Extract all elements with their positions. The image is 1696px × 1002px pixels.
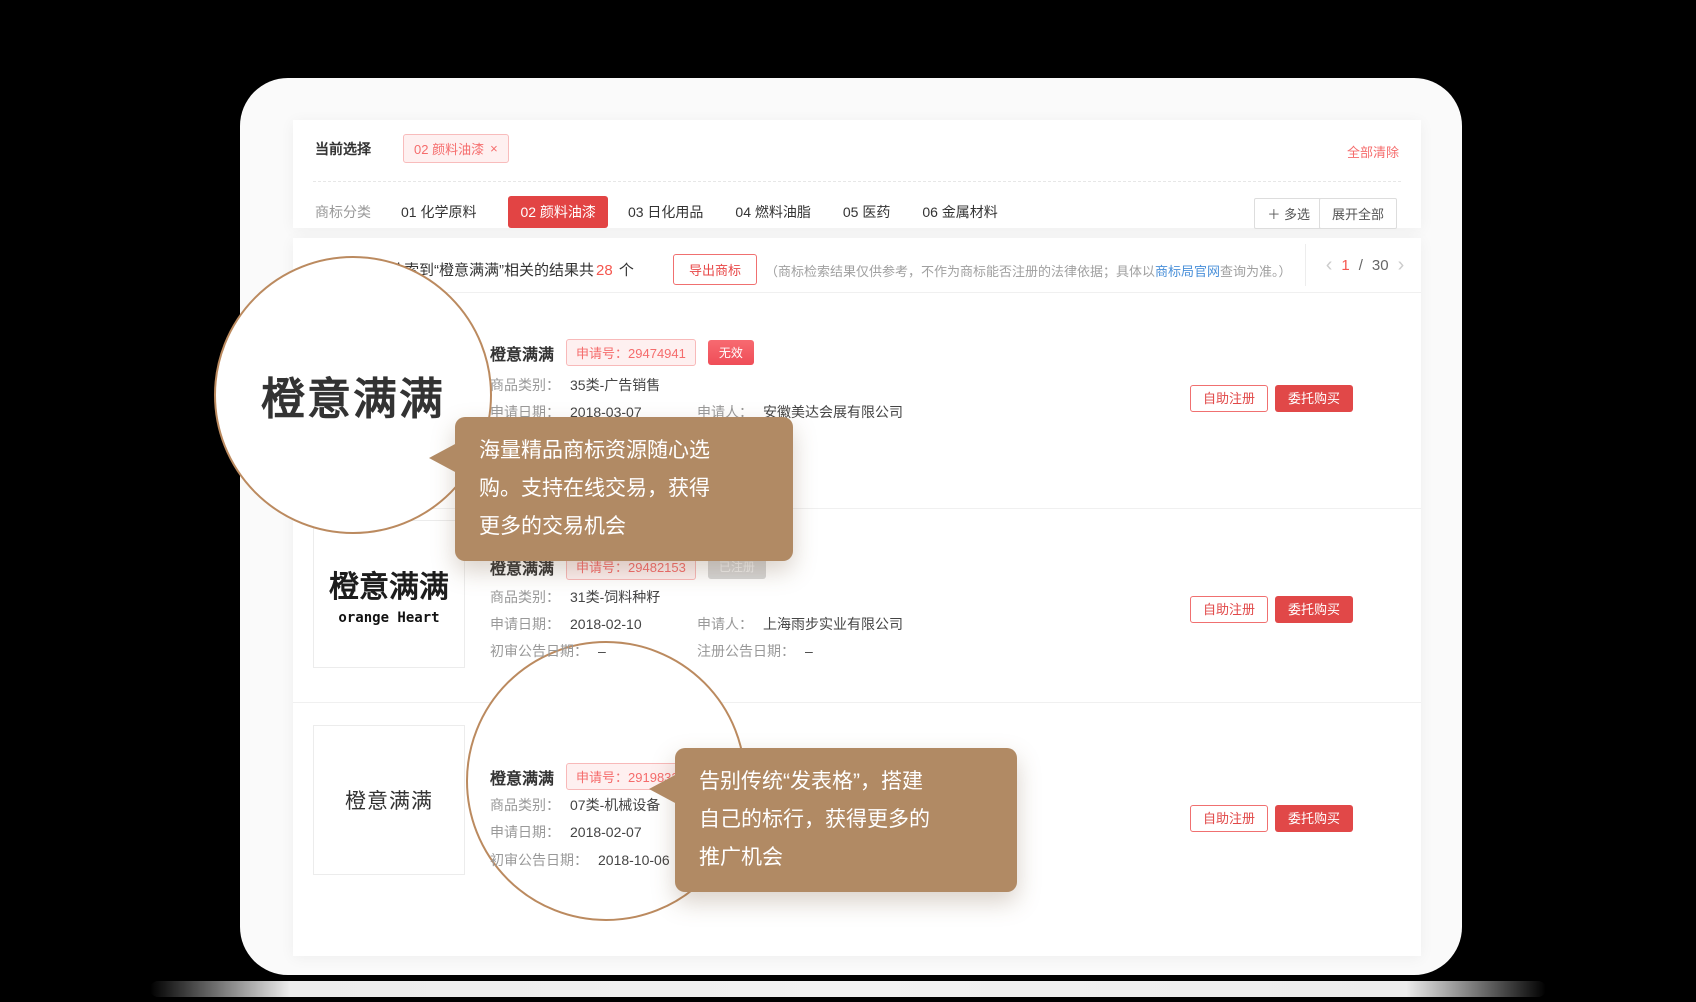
current-page: 1 [1341,257,1349,274]
prev-page-icon[interactable]: ‹ [1326,255,1333,275]
magnifier-circle-top: 橙意满满 [214,256,492,534]
results-summary-suffix: 个 [615,262,634,279]
result-row-1-title: 橙意满满 申请号：29474941 无效 [490,339,754,366]
first-pub-label: 初审公告日期： [490,852,588,868]
thumbnail-subtext: orange Heart [338,610,439,626]
category-item-02-selected[interactable]: 02 颜料油漆 [508,196,607,228]
tooltip-arrow-left-icon [649,774,677,804]
category-label: 商品类别： [490,377,560,393]
first-pub-value: – [598,643,606,659]
browser-mockup-panel: 当前选择 02 颜料油漆 × 全部清除 商标分类 01 化学原料 02 颜料油漆… [240,78,1462,975]
apply-date-value: 2018-02-07 [570,824,642,840]
applicant-value: 上海雨步实业有限公司 [763,616,903,632]
thumbnail-text: 橙意满满 [345,785,433,815]
results-count: 28 [596,262,613,279]
category-item-04[interactable]: 04 燃料油脂 [735,202,810,222]
app-no-label: 申请号： [576,560,628,575]
disclaimer-suffix: 查询为准。） [1220,264,1292,279]
selected-filter-tag[interactable]: 02 颜料油漆 × [403,134,509,163]
selected-filter-tag-label: 02 颜料油漆 [414,139,484,158]
current-selection-label: 当前选择 [315,139,371,159]
tooltip-line: 更多的交易机会 [479,508,769,546]
app-no-value: 29474941 [628,346,686,361]
next-page-icon[interactable]: › [1398,255,1405,275]
category-value: 35类-广告销售 [570,377,660,393]
reg-pub-value: – [805,643,813,659]
tooltip-line: 购。支持在线交易，获得 [479,470,769,508]
page-background: 当前选择 02 颜料油漆 × 全部清除 商标分类 01 化学原料 02 颜料油漆… [0,0,1696,1002]
result-row-2-dates: 申请日期： 2018-02-10 申请人： 上海雨步实业有限公司 [490,614,1260,634]
category-label: 商品类别： [490,589,560,605]
first-pub-label: 初审公告日期： [490,643,588,659]
reg-pub-group: 注册公告日期：– [697,641,813,661]
category-value: 31类-饲料种籽 [570,589,660,605]
status-badge-invalid: 无效 [708,340,754,365]
applicant-group: 申请人： 上海雨步实业有限公司 [697,614,903,634]
tooltip-line: 自己的标行，获得更多的 [699,801,993,839]
app-no-label: 申请号： [576,770,628,785]
category-label: 商品类别： [490,797,560,813]
divider [293,702,1421,703]
tooltip-promotion: 告别传统“发表格”，搭建 自己的标行，获得更多的 推广机会 [675,748,1017,892]
category-item-06[interactable]: 06 金属材料 [922,202,997,222]
self-register-button[interactable]: 自助注册 [1190,385,1268,412]
tooltip-marketplace: 海量精品商标资源随心选 购。支持在线交易，获得 更多的交易机会 [455,417,793,561]
category-value: 07类-机械设备 [570,797,660,813]
magnified-trademark-text: 橙意满满 [261,363,445,427]
applicant-label: 申请人： [697,616,753,632]
export-trademark-button[interactable]: 导出商标 [673,254,757,285]
entrust-purchase-button[interactable]: 委托购买 [1275,596,1353,623]
pagination: ‹ 1 / 30 › [1309,238,1421,292]
trademark-thumbnail: 橙意满满 orange Heart [313,520,465,668]
category-row-label: 商标分类 [315,202,371,222]
tooltip-line: 海量精品商标资源随心选 [479,432,769,470]
result-row-1-category: 商品类别： 35类-广告销售 [490,375,1260,395]
trademark-office-link[interactable]: 商标局官网 [1155,264,1220,279]
application-number-tag: 申请号：29474941 [566,339,696,366]
tooltip-line: 推广机会 [699,839,993,877]
app-no-label: 申请号： [576,346,628,361]
filter-card: 当前选择 02 颜料油漆 × 全部清除 商标分类 01 化学原料 02 颜料油漆… [293,120,1421,228]
mockup-base-shadow [150,981,1546,997]
total-pages: 30 [1372,257,1389,274]
apply-date-label: 申请日期： [490,616,560,632]
first-pub-value: 2018-10-06 [598,852,670,868]
page-separator: / [1359,257,1363,274]
category-item-01[interactable]: 01 化学原料 [401,202,476,222]
category-item-03[interactable]: 03 日化用品 [628,202,703,222]
multi-select-button[interactable]: ＋ 多选 [1254,198,1323,229]
trademark-name: 橙意满满 [490,341,554,365]
apply-date-value: 2018-02-10 [570,616,642,632]
disclaimer-text: （商标检索结果仅供参考，不作为商标能否注册的法律依据；具体以商标局官网查询为准。… [765,261,1292,280]
self-register-button[interactable]: 自助注册 [1190,596,1268,623]
apply-date-label: 申请日期： [490,824,560,840]
entrust-purchase-button[interactable]: 委托购买 [1275,805,1353,832]
thumbnail-text: 橙意满满 [329,562,449,606]
current-selection-row: 当前选择 02 颜料油漆 × [315,134,509,163]
tooltip-arrow-left-icon [429,443,457,473]
entrust-purchase-button[interactable]: 委托购买 [1275,385,1353,412]
disclaimer-prefix: （商标检索结果仅供参考，不作为商标能否注册的法律依据；具体以 [765,264,1155,279]
trademark-name: 橙意满满 [490,765,554,789]
reg-pub-label: 注册公告日期： [697,643,795,659]
divider [293,292,1421,293]
divider [1305,244,1306,286]
tooltip-line: 告别传统“发表格”，搭建 [699,763,993,801]
trademark-thumbnail: 橙意满满 [313,725,465,875]
result-row-2-category: 商品类别： 31类-饲料种籽 [490,587,1260,607]
result-row-2-publications: 初审公告日期：– 注册公告日期：– [490,641,1260,661]
expand-all-button[interactable]: 展开全部 [1319,198,1397,229]
app-no-value: 29482153 [628,560,686,575]
category-row: 商标分类 01 化学原料 02 颜料油漆 03 日化用品 04 燃料油脂 05 … [315,196,1030,228]
clear-all-button[interactable]: 全部清除 [1347,142,1399,161]
remove-tag-icon[interactable]: × [490,141,498,156]
divider [313,181,1401,182]
self-register-button[interactable]: 自助注册 [1190,805,1268,832]
category-item-05[interactable]: 05 医药 [843,202,890,222]
